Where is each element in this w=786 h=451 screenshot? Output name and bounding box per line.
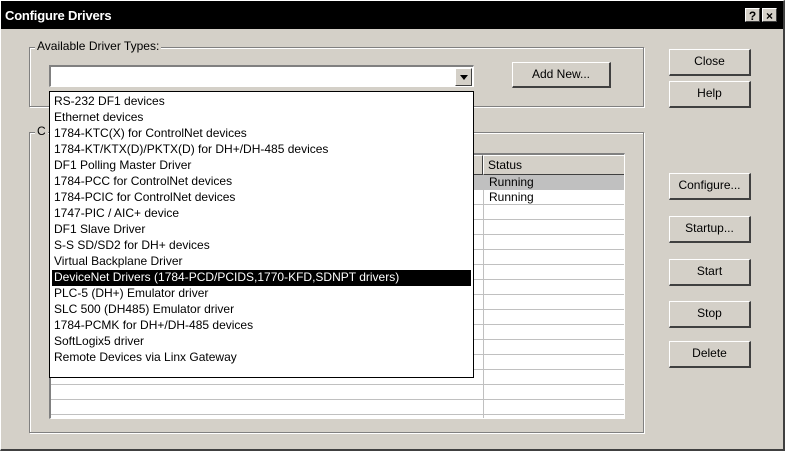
available-driver-types-label: Available Driver Types: [35,39,162,53]
configure-drivers-window: Configure Drivers ? × Available Driver T… [0,0,785,451]
stop-label: Stop [697,306,722,320]
dropdown-item-selected[interactable]: DeviceNet Drivers (1784-PCD/PCIDS,1770-K… [52,270,471,286]
stop-button[interactable]: Stop [669,301,751,328]
row-status: Running [489,175,534,189]
table-row [51,400,624,415]
title-bar: Configure Drivers ? × [1,1,783,29]
driver-type-combobox[interactable] [49,65,474,87]
dropdown-item[interactable]: PLC-5 (DH+) Emulator driver [52,286,471,302]
dropdown-item[interactable]: DF1 Polling Master Driver [52,158,471,174]
configure-label: Configure... [678,178,741,192]
startup-button[interactable]: Startup... [669,216,751,243]
dropdown-item[interactable]: SoftLogix5 driver [52,334,471,350]
add-new-button[interactable]: Add New... [512,62,611,88]
dropdown-item[interactable]: Ethernet devices [52,110,471,126]
dropdown-item[interactable]: 1747-PIC / AIC+ device [52,206,471,222]
add-new-label: Add New... [531,67,591,81]
configure-button[interactable]: Configure... [669,173,751,200]
dropdown-item[interactable]: 1784-KT/KTX(D)/PKTX(D) for DH+/DH-485 de… [52,142,471,158]
chevron-down-icon [460,75,468,80]
driver-type-dropdown-list[interactable]: RS-232 DF1 devices Ethernet devices 1784… [49,91,474,378]
dropdown-item[interactable]: SLC 500 (DH485) Emulator driver [52,302,471,318]
start-button[interactable]: Start [669,259,751,286]
status-column-header[interactable]: Status [483,155,624,175]
dropdown-item[interactable]: 1784-KTC(X) for ControlNet devices [52,126,471,142]
dropdown-item[interactable]: DF1 Slave Driver [52,222,471,238]
delete-button[interactable]: Delete [669,341,751,368]
help-button[interactable]: Help [669,81,751,108]
dropdown-item[interactable]: RS-232 DF1 devices [52,94,471,110]
start-label: Start [696,264,723,278]
configured-drivers-label: C [35,124,48,138]
window-title: Configure Drivers [5,8,112,23]
close-title-button[interactable]: × [762,8,777,23]
help-title-button[interactable]: ? [745,8,760,23]
startup-label: Startup... [685,221,734,235]
delete-label: Delete [692,346,727,360]
combo-dropdown-button[interactable] [455,68,472,86]
dropdown-item[interactable]: 1784-PCMK for DH+/DH-485 devices [52,318,471,334]
help-label: Help [697,86,722,100]
close-button[interactable]: Close [669,49,751,76]
dropdown-item[interactable]: Virtual Backplane Driver [52,254,471,270]
table-row [51,385,624,400]
row-status: Running [489,190,534,204]
dropdown-item[interactable]: 1784-PCC for ControlNet devices [52,174,471,190]
close-label: Close [694,54,725,68]
dropdown-item[interactable]: Remote Devices via Linx Gateway [52,350,471,366]
dropdown-item[interactable]: 1784-PCIC for ControlNet devices [52,190,471,206]
dropdown-item[interactable]: S-S SD/SD2 for DH+ devices [52,238,471,254]
